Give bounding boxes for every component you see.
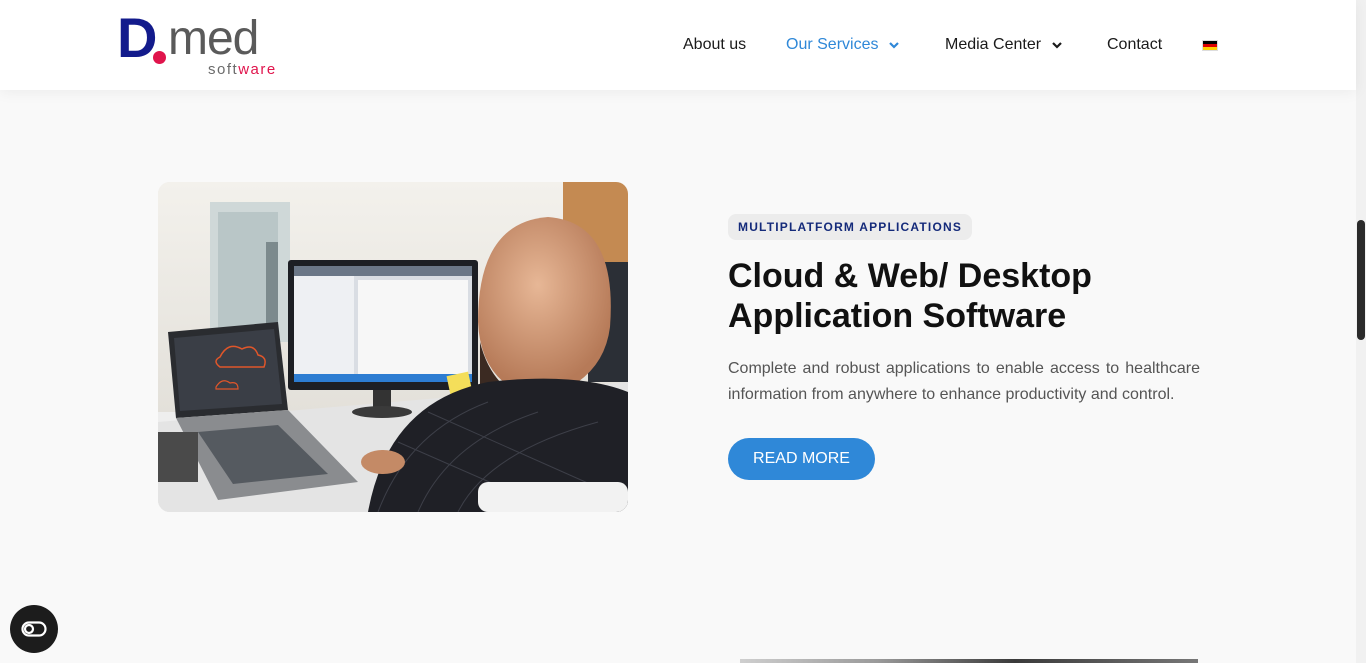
logo-subtitle-part-a: soft [208, 61, 239, 78]
nav-contact[interactable]: Contact [1107, 34, 1162, 56]
nav-about-us[interactable]: About us [683, 34, 746, 56]
logo-subtitle-part-b: ware [238, 61, 277, 78]
nav-our-services[interactable]: Our Services [786, 34, 900, 56]
nav-contact-label: Contact [1107, 36, 1163, 53]
chevron-down-icon [889, 42, 900, 49]
section-description: Complete and robust applications to enab… [728, 360, 1200, 403]
category-badge: MULTIPLATFORM APPLICATIONS [728, 214, 973, 240]
nav-media-center[interactable]: Media Center [945, 34, 1063, 56]
page-scrollbar[interactable] [1356, 0, 1366, 663]
next-section-image-edge [740, 659, 1198, 663]
scrollbar-thumb[interactable] [1357, 220, 1365, 340]
accessibility-toggle-icon [21, 621, 47, 637]
chevron-down-icon [1052, 42, 1062, 49]
site-header: D med software About us Our Services Med… [0, 0, 1356, 90]
read-more-button[interactable]: READ MORE [728, 438, 875, 480]
main-nav: About us Our Services Media Center Conta… [0, 34, 1356, 56]
german-flag-icon[interactable] [1202, 40, 1218, 51]
nav-media-center-label: Media Center [945, 36, 1042, 53]
accessibility-toggle-button[interactable] [10, 605, 58, 653]
nav-our-services-label: Our Services [786, 36, 879, 53]
office-photo [158, 182, 628, 512]
office-photo-illustration [158, 182, 628, 512]
section-title: Cloud & Web/ Desktop Application Softwar… [728, 257, 1092, 335]
nav-about-us-label: About us [683, 36, 747, 53]
logo-subtitle: software [208, 62, 277, 78]
